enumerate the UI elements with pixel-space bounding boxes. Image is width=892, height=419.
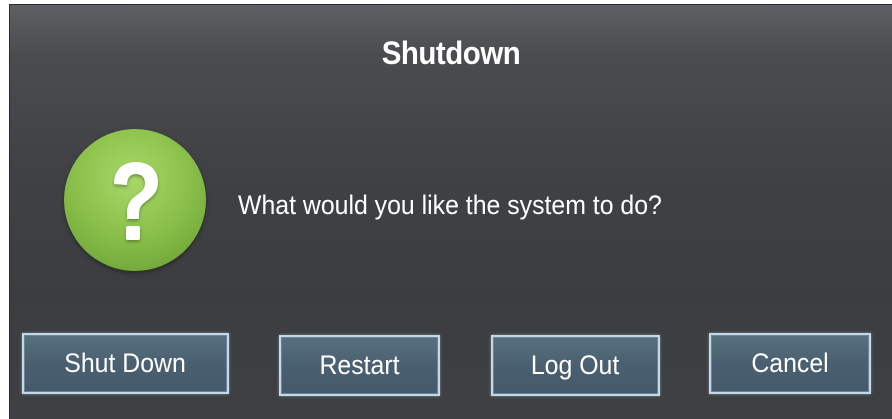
shut-down-button[interactable]: Shut Down — [22, 333, 229, 394]
question-mark-icon — [64, 129, 206, 271]
restart-button-label: Restart — [319, 350, 400, 380]
dialog-title: Shutdown — [381, 35, 521, 71]
shut-down-button-label: Shut Down — [64, 348, 187, 378]
question-mark-glyph — [114, 162, 158, 240]
restart-button[interactable]: Restart — [279, 335, 440, 396]
log-out-button[interactable]: Log Out — [491, 335, 660, 396]
dialog-message: What would you like the system to do? — [238, 190, 662, 220]
cancel-button-label: Cancel — [751, 348, 829, 378]
cancel-button[interactable]: Cancel — [709, 333, 871, 394]
log-out-button-label: Log Out — [531, 350, 620, 380]
